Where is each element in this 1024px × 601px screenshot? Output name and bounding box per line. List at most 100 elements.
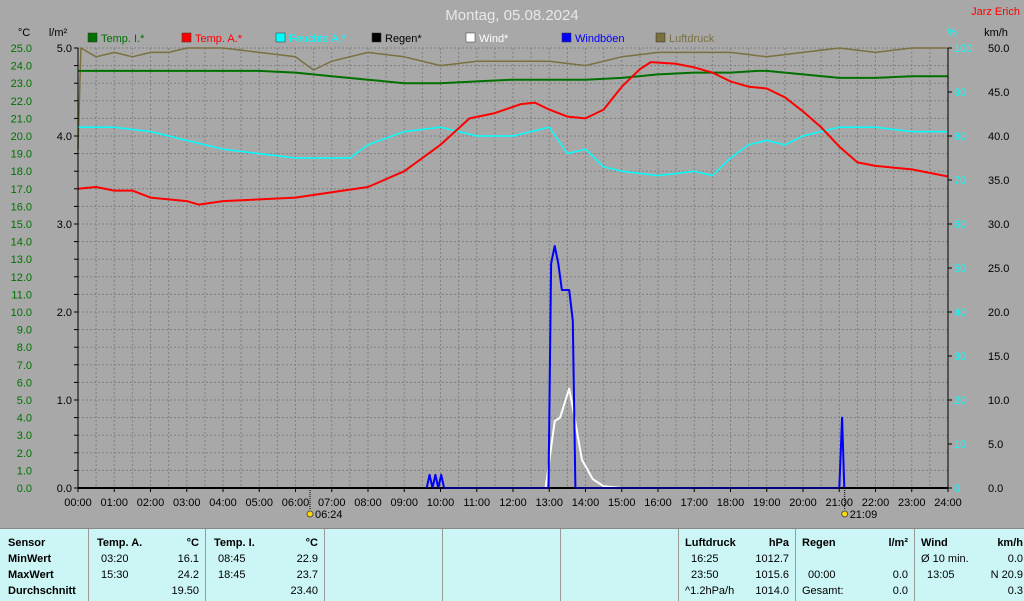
kmh-tick-label: 40.0 (988, 131, 1009, 143)
temp-a-unit: °C (186, 537, 199, 549)
temp-a-max-time: 15:30 (101, 569, 129, 581)
rain-total-label: Gesamt: (802, 585, 844, 597)
rain-unit: l/m² (888, 537, 908, 549)
section-temp-i: Temp. I. °C 08:45 22.9 18:45 23.7 23.40 (205, 529, 324, 601)
temp-a-min-time: 03:20 (101, 553, 129, 565)
row-label-sensor: Sensor (8, 537, 46, 549)
x-tick-label: 08:00 (354, 497, 382, 509)
x-tick-label: 09:00 (390, 497, 418, 509)
pressure-header: Luftdruck (685, 537, 736, 549)
temp-a-average: 19.50 (171, 585, 199, 597)
x-tick-label: 12:00 (499, 497, 527, 509)
kmh-tick-label: 25.0 (988, 263, 1009, 275)
rain-tick-label: 1.0 (57, 395, 72, 407)
pressure-trend-label: ^1.2hPa/h (685, 585, 735, 597)
pressure-trend-value: 1014.0 (755, 585, 789, 597)
temp-tick-label: 25.0 (11, 43, 32, 55)
temp-i-max-time: 18:45 (218, 569, 246, 581)
legend-swatch-temp_a (181, 32, 192, 43)
temp-tick-label: 20.0 (11, 131, 32, 143)
x-tick-label: 20:00 (789, 497, 817, 509)
rain-tick-label: 4.0 (57, 131, 72, 143)
temp-tick-label: 13.0 (11, 254, 32, 266)
legend-swatch-rain (371, 32, 382, 43)
temp-a-max-value: 24.2 (177, 569, 199, 581)
rain-unit-label: l/m² (49, 27, 68, 39)
temp-tick-label: 5.0 (17, 395, 32, 407)
pressure-unit: hPa (768, 537, 789, 549)
wind-header: Wind (921, 537, 948, 549)
temp-tick-label: 24.0 (11, 61, 32, 73)
x-tick-label: 18:00 (717, 497, 745, 509)
temp-i-max-value: 23.7 (296, 569, 318, 581)
wind-avg-label: Ø 10 min. (921, 553, 969, 565)
temp-tick-label: 1.0 (17, 465, 32, 477)
sunrise-label: 06:24 (315, 509, 343, 521)
legend-label-pressure: Luftdruck (669, 33, 715, 45)
pct-tick-label: 10 (954, 439, 966, 451)
section-rain: Regen l/m² 00:00 0.0 Gesamt: 0.0 (795, 529, 914, 601)
x-tick-label: 00:00 (64, 497, 92, 509)
temp-tick-label: 4.0 (17, 413, 32, 425)
legend-label-rain: Regen* (385, 33, 422, 45)
x-tick-label: 01:00 (100, 497, 128, 509)
legend-label-gusts: Windböen (575, 33, 625, 45)
x-tick-label: 17:00 (680, 497, 708, 509)
temp-tick-label: 23.0 (11, 78, 32, 90)
kmh-tick-label: 0.0 (988, 483, 1003, 495)
temp-tick-label: 10.0 (11, 307, 32, 319)
kmh-tick-label: 5.0 (988, 439, 1003, 451)
pct-unit-label: % (947, 27, 957, 39)
wind-avg-value: 0.0 (1007, 553, 1023, 565)
temp-tick-label: 6.0 (17, 377, 32, 389)
legend-swatch-temp_i (87, 32, 98, 43)
kmh-tick-label: 10.0 (988, 395, 1009, 407)
temp-tick-label: 7.0 (17, 360, 32, 372)
weather-chart: 25.0 24.0 23.0 22.0 21.0 20.0 19.0 18.0 17.0 16.0… (11, 6, 1020, 521)
x-tick-label: 03:00 (173, 497, 201, 509)
temp-a-min-value: 16.1 (177, 553, 199, 565)
temp-tick-label: 16.0 (11, 201, 32, 213)
x-tick-label: 23:00 (898, 497, 926, 509)
pressure-max-value: 1015.6 (755, 569, 789, 581)
sunrise-icon (306, 510, 314, 518)
pct-tick-label: 50 (954, 263, 966, 275)
rain-total-value: 0.0 (892, 585, 908, 597)
legend-label-temp_a: Temp. A.* (195, 33, 243, 45)
pct-tick-label: 40 (954, 307, 966, 319)
temp-i-min-value: 22.9 (296, 553, 318, 565)
x-tick-label: 06:00 (282, 497, 310, 509)
rain-value: 0.0 (892, 569, 908, 581)
rain-tick-label: 5.0 (57, 43, 72, 55)
temp-tick-label: 18.0 (11, 166, 32, 178)
x-tick-label: 13:00 (535, 497, 563, 509)
pct-tick-label: 0 (954, 483, 960, 495)
x-tick-label: 19:00 (753, 497, 781, 509)
section-wind: Wind km/h Ø 10 min. 0.0 13:05 N 20.9 0.3 (914, 529, 1024, 601)
rain-header: Regen (802, 537, 836, 549)
pct-tick-label: 30 (954, 351, 966, 363)
temp-tick-label: 22.0 (11, 96, 32, 108)
temp-tick-label: 3.0 (17, 430, 32, 442)
legend-swatch-pressure (655, 32, 666, 43)
wind-last-value: 0.3 (1007, 585, 1023, 597)
row-label-avg: Durchschnitt (8, 585, 76, 597)
x-tick-label: 16:00 (644, 497, 672, 509)
kmh-tick-label: 30.0 (988, 219, 1009, 231)
legend-swatch-wind (465, 32, 476, 43)
legend-label-humidity: Feuchte A.* (289, 33, 347, 45)
legend-label-temp_i: Temp. I.* (101, 33, 145, 45)
legend-label-wind: Wind* (479, 33, 509, 45)
sunset-label: 21:09 (850, 509, 878, 521)
temp-tick-label: 21.0 (11, 113, 32, 125)
section-empty-2 (442, 529, 560, 601)
section-empty-1 (324, 529, 442, 601)
rain-tick-label: 3.0 (57, 219, 72, 231)
x-tick-label: 04:00 (209, 497, 237, 509)
legend-swatch-humidity (275, 32, 286, 43)
pct-tick-label: 80 (954, 131, 966, 143)
rain-tick-label: 2.0 (57, 307, 72, 319)
legend-swatch-gusts (561, 32, 572, 43)
kmh-tick-label: 45.0 (988, 87, 1009, 99)
kmh-unit-label: km/h (984, 27, 1008, 39)
